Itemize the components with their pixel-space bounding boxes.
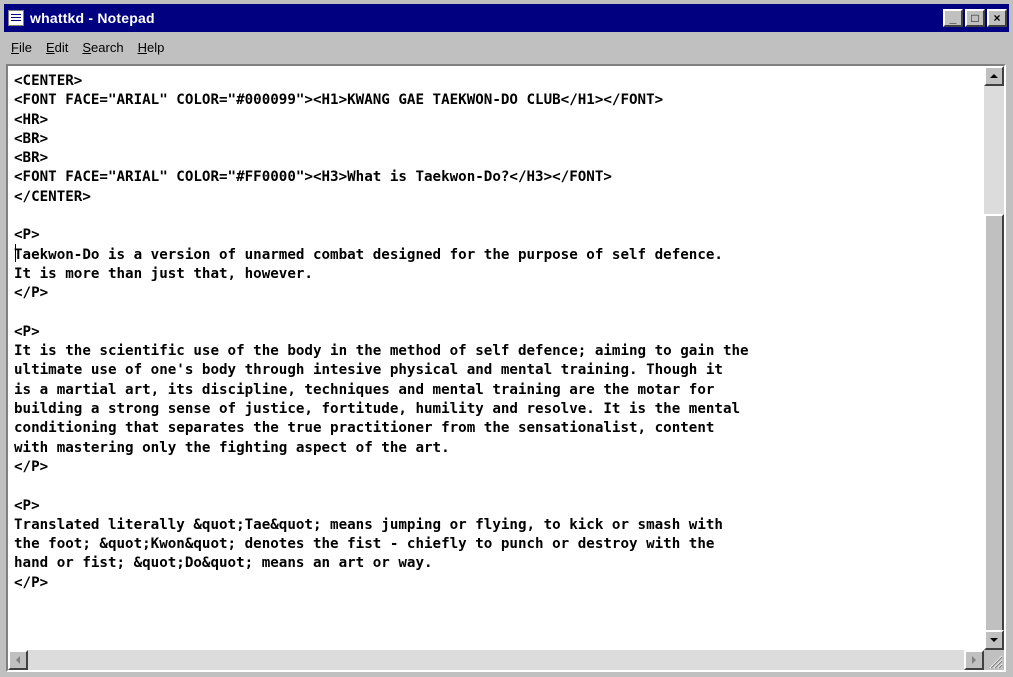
document-text[interactable]: <CENTER> <FONT FACE="ARIAL" COLOR="#0000… — [10, 68, 984, 597]
menu-bar: File Edit Search Help — [4, 34, 1009, 60]
minimize-icon: _ — [949, 11, 957, 25]
text-caret — [15, 244, 16, 262]
menu-search[interactable]: Search — [75, 40, 130, 55]
menu-file[interactable]: File — [4, 40, 39, 55]
vertical-scroll-thumb[interactable] — [984, 214, 1004, 632]
arrow-up-icon — [990, 74, 998, 78]
horizontal-scrollbar[interactable] — [8, 650, 984, 670]
menu-help[interactable]: Help — [131, 40, 172, 55]
vertical-scrollbar[interactable] — [984, 66, 1004, 650]
scroll-left-button[interactable] — [8, 650, 28, 670]
scroll-down-button[interactable] — [984, 630, 1004, 650]
window-title: whattkd - Notepad — [30, 10, 155, 26]
title-bar[interactable]: whattkd - Notepad _ □ × — [4, 4, 1009, 32]
size-grip[interactable] — [984, 650, 1004, 670]
close-button[interactable]: × — [987, 9, 1007, 27]
window-controls: _ □ × — [943, 9, 1007, 27]
edit-area[interactable]: <CENTER> <FONT FACE="ARIAL" COLOR="#0000… — [6, 64, 1006, 672]
menu-edit[interactable]: Edit — [39, 40, 75, 55]
arrow-right-icon — [972, 656, 976, 664]
close-icon: × — [993, 11, 1001, 25]
maximize-icon: □ — [971, 11, 979, 25]
arrow-down-icon — [990, 638, 998, 642]
maximize-button[interactable]: □ — [965, 9, 985, 27]
notepad-window: whattkd - Notepad _ □ × File Edit Search… — [0, 0, 1013, 677]
arrow-left-icon — [16, 656, 20, 664]
resize-grip-icon — [989, 655, 1003, 669]
minimize-button[interactable]: _ — [943, 9, 963, 27]
notepad-icon[interactable] — [8, 10, 24, 26]
scroll-up-button[interactable] — [984, 66, 1004, 86]
scroll-right-button[interactable] — [964, 650, 984, 670]
text-editor[interactable]: <CENTER> <FONT FACE="ARIAL" COLOR="#0000… — [10, 68, 984, 650]
